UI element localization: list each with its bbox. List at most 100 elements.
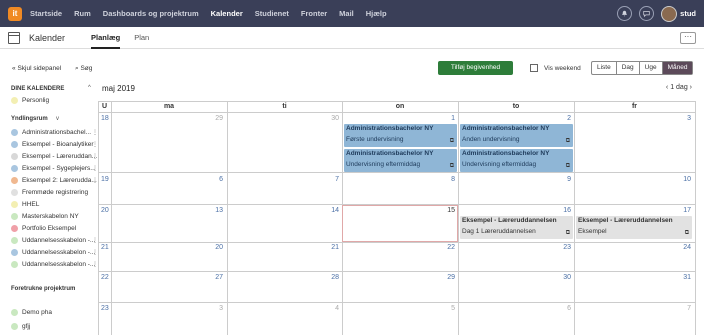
date-number[interactable]: 28 bbox=[319, 274, 339, 281]
week-column-header: U bbox=[101, 103, 108, 110]
event-title: Administrationsbachelor NY bbox=[346, 125, 434, 132]
nav-mail[interactable]: Mail bbox=[339, 9, 354, 18]
date-number[interactable]: 5 bbox=[435, 305, 455, 312]
date-number[interactable]: 10 bbox=[671, 176, 691, 183]
date-number[interactable]: 30 bbox=[551, 274, 571, 281]
sidebar-room-item[interactable]: Eksempel - Bioanalytiker bbox=[11, 141, 94, 148]
color-dot-icon bbox=[11, 213, 18, 220]
event-title: Administrationsbachelor NY bbox=[346, 150, 434, 157]
show-weekend-toggle[interactable]: Vis weekend bbox=[530, 64, 581, 72]
date-number[interactable]: 9 bbox=[551, 176, 571, 183]
nav-fronter[interactable]: Fronter bbox=[301, 9, 327, 18]
date-number[interactable]: 27 bbox=[203, 274, 223, 281]
nav-kalender[interactable]: Kalender bbox=[211, 9, 243, 18]
date-number[interactable]: 3 bbox=[671, 115, 691, 122]
view-dag-button[interactable]: Dag bbox=[617, 62, 640, 74]
sidebar-item-personal[interactable]: Personlig bbox=[11, 97, 49, 104]
calendar-event[interactable]: Administrationsbachelor NY Undervisning … bbox=[460, 149, 573, 172]
add-event-button[interactable]: Tilføj begivenhed bbox=[438, 61, 513, 75]
date-number[interactable]: 1 bbox=[435, 115, 455, 122]
week-number: 20 bbox=[101, 207, 109, 214]
date-number[interactable]: 3 bbox=[203, 305, 223, 312]
color-dot-icon bbox=[11, 97, 18, 104]
grid-line bbox=[458, 101, 459, 335]
date-number[interactable]: 29 bbox=[203, 115, 223, 122]
more-options-button[interactable]: ··· bbox=[680, 32, 696, 44]
date-number[interactable]: 6 bbox=[203, 176, 223, 183]
date-number[interactable]: 17 bbox=[671, 207, 691, 214]
view-maaned-button[interactable]: Måned bbox=[662, 62, 693, 74]
grid-line bbox=[98, 271, 695, 272]
sidebar-room-item[interactable]: Portfolio Eksempel bbox=[11, 225, 76, 232]
sidebar-room-item[interactable]: Eksempel - Læreruddan... bbox=[11, 153, 97, 160]
calendar-nav[interactable]: ‹ 1 dag › bbox=[666, 84, 692, 91]
week-number: 21 bbox=[101, 244, 109, 251]
nav-studienet[interactable]: Studienet bbox=[255, 9, 289, 18]
sidebar-item-label: gfjj bbox=[22, 323, 31, 330]
sidebar-room-item[interactable]: Masterskabelon NY bbox=[11, 213, 79, 220]
chevron-up-icon[interactable]: ^ bbox=[88, 85, 91, 91]
date-number[interactable]: 23 bbox=[551, 244, 571, 251]
calendar-event[interactable]: Eksempel - Læreruddannelsen Eksempel ⧉ bbox=[576, 216, 692, 239]
tab-planlaeg[interactable]: Planlæg bbox=[91, 27, 121, 49]
view-uge-button[interactable]: Uge bbox=[640, 62, 663, 74]
double-chevron-left-icon: « bbox=[12, 65, 16, 72]
hide-sidepanel-button[interactable]: « Skjul sidepanel bbox=[12, 65, 61, 72]
date-number[interactable]: 8 bbox=[435, 176, 455, 183]
page-title: Kalender bbox=[29, 32, 66, 43]
weekend-checkbox[interactable] bbox=[530, 64, 538, 72]
calendar-event[interactable]: Administrationsbachelor NY Første underv… bbox=[344, 124, 457, 147]
sidebar-room-item[interactable]: Uddannelsesskabelon -... bbox=[11, 261, 95, 268]
search-button[interactable]: ⌕ Søg bbox=[75, 65, 92, 73]
sidebar-heading-favorites: Yndlingsrum bbox=[11, 116, 48, 122]
nav-dashboards[interactable]: Dashboards og projektrum bbox=[103, 9, 199, 18]
date-number[interactable]: 13 bbox=[203, 207, 223, 214]
date-number[interactable]: 24 bbox=[671, 244, 691, 251]
calendar-event[interactable]: Administrationsbachelor NY Undervisning … bbox=[344, 149, 457, 172]
date-number[interactable]: 7 bbox=[319, 176, 339, 183]
grid-line bbox=[695, 101, 696, 335]
sidebar-room-item[interactable]: Uddannelsesskabelon -... bbox=[11, 237, 95, 244]
sidebar-project-item[interactable]: Demo pha bbox=[11, 309, 52, 316]
sidebar-room-item[interactable]: HHEL bbox=[11, 201, 39, 208]
date-number[interactable]: 16 bbox=[551, 207, 571, 214]
sidebar-heading-calendars: DINE KALENDERE bbox=[11, 86, 65, 92]
avatar[interactable] bbox=[661, 5, 678, 22]
copy-icon: ⧉ bbox=[449, 138, 454, 144]
date-number[interactable]: 21 bbox=[319, 244, 339, 251]
copy-icon: ⧉ bbox=[565, 163, 570, 169]
date-number[interactable]: 20 bbox=[203, 244, 223, 251]
sidebar-room-item[interactable]: Eksempel - Sygeplejers... bbox=[11, 165, 96, 172]
sidebar-project-item[interactable]: gfjj bbox=[11, 323, 30, 330]
app-logo[interactable]: it bbox=[8, 6, 22, 21]
bell-icon[interactable] bbox=[617, 6, 633, 21]
tab-plan[interactable]: Plan bbox=[134, 27, 149, 49]
date-number[interactable]: 30 bbox=[319, 115, 339, 122]
chat-icon[interactable] bbox=[639, 6, 655, 21]
date-number[interactable]: 4 bbox=[319, 305, 339, 312]
date-number[interactable]: 14 bbox=[319, 207, 339, 214]
nav-startside[interactable]: Startside bbox=[30, 9, 62, 18]
grid-line bbox=[98, 302, 695, 303]
view-liste-button[interactable]: Liste bbox=[592, 62, 617, 74]
nav-rum[interactable]: Rum bbox=[74, 9, 91, 18]
sidebar-room-item[interactable]: Fremmøde registrering bbox=[11, 189, 88, 196]
date-number[interactable]: 6 bbox=[551, 305, 571, 312]
chevron-down-icon[interactable]: v bbox=[56, 116, 59, 122]
sidebar-room-item[interactable]: Eksempel 2: Læreruddа... bbox=[11, 177, 97, 184]
event-subtitle: Første undervisning bbox=[346, 136, 404, 143]
calendar-event[interactable]: Administrationsbachelor NY Anden undervi… bbox=[460, 124, 573, 147]
sidebar-item-label: Uddannelsesskabelon -... bbox=[22, 237, 96, 244]
date-number[interactable]: 29 bbox=[435, 274, 455, 281]
date-number[interactable]: 2 bbox=[551, 115, 571, 122]
user-name[interactable]: stud bbox=[680, 9, 696, 18]
date-number[interactable]: 7 bbox=[671, 305, 691, 312]
date-number[interactable]: 31 bbox=[671, 274, 691, 281]
sidebar-item-label: Portfolio Eksempel bbox=[22, 225, 77, 232]
nav-hjaelp[interactable]: Hjælp bbox=[366, 9, 387, 18]
calendar-event[interactable]: Eksempel - Læreruddannelsen Dag 1 Læreru… bbox=[460, 216, 573, 239]
sidebar-room-item[interactable]: Uddannelsesskabelon -... bbox=[11, 249, 95, 256]
date-number[interactable]: 22 bbox=[435, 244, 455, 251]
sidebar-room-item[interactable]: Administrationsbachel... bbox=[11, 129, 91, 136]
date-number-today[interactable]: 15 bbox=[435, 207, 455, 214]
